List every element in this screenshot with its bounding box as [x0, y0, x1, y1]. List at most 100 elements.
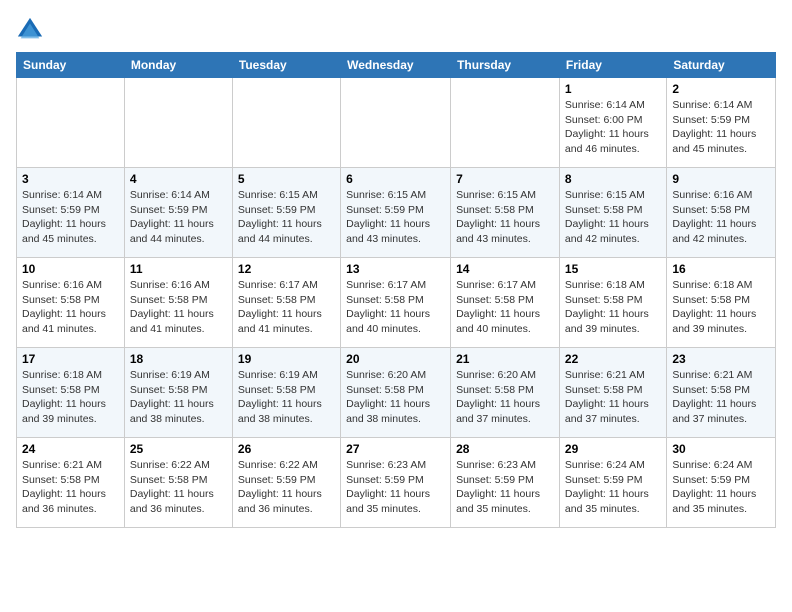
calendar-header-row: SundayMondayTuesdayWednesdayThursdayFrid…	[17, 53, 776, 78]
calendar-cell: 14 Sunrise: 6:17 AMSunset: 5:58 PMDayligh…	[451, 258, 560, 348]
calendar-cell: 3 Sunrise: 6:14 AMSunset: 5:59 PMDaylight…	[17, 168, 125, 258]
calendar-week-row: 24 Sunrise: 6:21 AMSunset: 5:58 PMDayligh…	[17, 438, 776, 528]
calendar-cell: 7 Sunrise: 6:15 AMSunset: 5:58 PMDaylight…	[451, 168, 560, 258]
calendar-cell: 8 Sunrise: 6:15 AMSunset: 5:58 PMDaylight…	[559, 168, 666, 258]
day-number: 9	[672, 172, 770, 186]
calendar-cell	[341, 78, 451, 168]
day-info: Sunrise: 6:14 AMSunset: 5:59 PMDaylight:…	[672, 98, 770, 157]
calendar-cell: 12 Sunrise: 6:17 AMSunset: 5:58 PMDayligh…	[232, 258, 340, 348]
calendar-cell: 11 Sunrise: 6:16 AMSunset: 5:58 PMDayligh…	[124, 258, 232, 348]
day-info: Sunrise: 6:16 AMSunset: 5:58 PMDaylight:…	[672, 188, 770, 247]
calendar-cell: 21 Sunrise: 6:20 AMSunset: 5:58 PMDayligh…	[451, 348, 560, 438]
calendar-cell: 2 Sunrise: 6:14 AMSunset: 5:59 PMDaylight…	[667, 78, 776, 168]
calendar-cell: 23Sunrise: 6:21 AMSunset: 5:58 PMDayligh…	[667, 348, 776, 438]
calendar-cell: 29 Sunrise: 6:24 AMSunset: 5:59 PMDayligh…	[559, 438, 666, 528]
day-number: 20	[346, 352, 445, 366]
day-number: 28	[456, 442, 554, 456]
day-info: Sunrise: 6:21 AMSunset: 5:58 PMDaylight:…	[22, 458, 119, 517]
day-number: 10	[22, 262, 119, 276]
day-number: 3	[22, 172, 119, 186]
calendar-cell: 13 Sunrise: 6:17 AMSunset: 5:58 PMDayligh…	[341, 258, 451, 348]
day-number: 27	[346, 442, 445, 456]
day-number: 12	[238, 262, 335, 276]
calendar-cell	[451, 78, 560, 168]
day-number: 18	[130, 352, 227, 366]
day-info: Sunrise: 6:18 AMSunset: 5:58 PMDaylight:…	[565, 278, 661, 337]
calendar-cell: 9 Sunrise: 6:16 AMSunset: 5:58 PMDaylight…	[667, 168, 776, 258]
day-info: Sunrise: 6:14 AMSunset: 5:59 PMDaylight:…	[22, 188, 119, 247]
calendar-cell: 17 Sunrise: 6:18 AMSunset: 5:58 PMDayligh…	[17, 348, 125, 438]
calendar-cell: 4 Sunrise: 6:14 AMSunset: 5:59 PMDaylight…	[124, 168, 232, 258]
day-number: 15	[565, 262, 661, 276]
calendar-cell: 20 Sunrise: 6:20 AMSunset: 5:58 PMDayligh…	[341, 348, 451, 438]
day-info: Sunrise: 6:20 AMSunset: 5:58 PMDaylight:…	[456, 368, 554, 427]
day-info: Sunrise: 6:14 AMSunset: 6:00 PMDaylight:…	[565, 98, 661, 157]
calendar-cell: 10 Sunrise: 6:16 AMSunset: 5:58 PMDayligh…	[17, 258, 125, 348]
weekday-header: Tuesday	[232, 53, 340, 78]
day-number: 21	[456, 352, 554, 366]
day-info: Sunrise: 6:23 AMSunset: 5:59 PMDaylight:…	[346, 458, 445, 517]
page-header	[16, 16, 776, 44]
day-info: Sunrise: 6:23 AMSunset: 5:59 PMDaylight:…	[456, 458, 554, 517]
weekday-header: Sunday	[17, 53, 125, 78]
day-info: Sunrise: 6:18 AMSunset: 5:58 PMDaylight:…	[22, 368, 119, 427]
calendar-week-row: 3 Sunrise: 6:14 AMSunset: 5:59 PMDaylight…	[17, 168, 776, 258]
day-number: 24	[22, 442, 119, 456]
day-number: 22	[565, 352, 661, 366]
calendar-cell: 28 Sunrise: 6:23 AMSunset: 5:59 PMDayligh…	[451, 438, 560, 528]
day-number: 2	[672, 82, 770, 96]
calendar-cell: 18 Sunrise: 6:19 AMSunset: 5:58 PMDayligh…	[124, 348, 232, 438]
calendar-cell: 24 Sunrise: 6:21 AMSunset: 5:58 PMDayligh…	[17, 438, 125, 528]
day-info: Sunrise: 6:24 AMSunset: 5:59 PMDaylight:…	[565, 458, 661, 517]
day-number: 13	[346, 262, 445, 276]
day-info: Sunrise: 6:16 AMSunset: 5:58 PMDaylight:…	[22, 278, 119, 337]
calendar-cell	[124, 78, 232, 168]
day-number: 1	[565, 82, 661, 96]
calendar-cell: 6 Sunrise: 6:15 AMSunset: 5:59 PMDaylight…	[341, 168, 451, 258]
calendar-cell: 22 Sunrise: 6:21 AMSunset: 5:58 PMDayligh…	[559, 348, 666, 438]
day-info: Sunrise: 6:22 AMSunset: 5:59 PMDaylight:…	[238, 458, 335, 517]
day-number: 6	[346, 172, 445, 186]
day-number: 4	[130, 172, 227, 186]
logo-icon	[16, 16, 44, 44]
calendar-cell	[17, 78, 125, 168]
day-number: 17	[22, 352, 119, 366]
day-number: 25	[130, 442, 227, 456]
weekday-header: Wednesday	[341, 53, 451, 78]
day-number: 30	[672, 442, 770, 456]
calendar-week-row: 10 Sunrise: 6:16 AMSunset: 5:58 PMDayligh…	[17, 258, 776, 348]
day-info: Sunrise: 6:15 AMSunset: 5:58 PMDaylight:…	[456, 188, 554, 247]
day-info: Sunrise: 6:24 AMSunset: 5:59 PMDaylight:…	[672, 458, 770, 517]
day-number: 11	[130, 262, 227, 276]
day-info: Sunrise: 6:15 AMSunset: 5:59 PMDaylight:…	[346, 188, 445, 247]
calendar-cell: 30 Sunrise: 6:24 AMSunset: 5:59 PMDayligh…	[667, 438, 776, 528]
day-number: 19	[238, 352, 335, 366]
day-info: Sunrise: 6:17 AMSunset: 5:58 PMDaylight:…	[346, 278, 445, 337]
day-number: 26	[238, 442, 335, 456]
day-info: Sunrise: 6:14 AMSunset: 5:59 PMDaylight:…	[130, 188, 227, 247]
day-number: 7	[456, 172, 554, 186]
day-number: 8	[565, 172, 661, 186]
weekday-header: Thursday	[451, 53, 560, 78]
weekday-header: Friday	[559, 53, 666, 78]
calendar-cell: 15 Sunrise: 6:18 AMSunset: 5:58 PMDayligh…	[559, 258, 666, 348]
calendar-cell	[232, 78, 340, 168]
calendar-week-row: 1 Sunrise: 6:14 AMSunset: 6:00 PMDaylight…	[17, 78, 776, 168]
day-info: Sunrise: 6:19 AMSunset: 5:58 PMDaylight:…	[238, 368, 335, 427]
day-number: 5	[238, 172, 335, 186]
logo	[16, 16, 48, 44]
calendar-week-row: 17 Sunrise: 6:18 AMSunset: 5:58 PMDayligh…	[17, 348, 776, 438]
day-info: Sunrise: 6:19 AMSunset: 5:58 PMDaylight:…	[130, 368, 227, 427]
day-info: Sunrise: 6:20 AMSunset: 5:58 PMDaylight:…	[346, 368, 445, 427]
day-info: Sunrise: 6:21 AMSunset: 5:58 PMDaylight:…	[672, 368, 770, 427]
day-info: Sunrise: 6:17 AMSunset: 5:58 PMDaylight:…	[238, 278, 335, 337]
calendar-cell: 1 Sunrise: 6:14 AMSunset: 6:00 PMDaylight…	[559, 78, 666, 168]
day-info: Sunrise: 6:17 AMSunset: 5:58 PMDaylight:…	[456, 278, 554, 337]
calendar-cell: 25Sunrise: 6:22 AMSunset: 5:58 PMDayligh…	[124, 438, 232, 528]
day-info: Sunrise: 6:15 AMSunset: 5:58 PMDaylight:…	[565, 188, 661, 247]
calendar-cell: 16Sunrise: 6:18 AMSunset: 5:58 PMDayligh…	[667, 258, 776, 348]
day-info: Sunrise: 6:21 AMSunset: 5:58 PMDaylight:…	[565, 368, 661, 427]
day-number: 14	[456, 262, 554, 276]
day-number: 29	[565, 442, 661, 456]
day-info: Sunrise: 6:16 AMSunset: 5:58 PMDaylight:…	[130, 278, 227, 337]
